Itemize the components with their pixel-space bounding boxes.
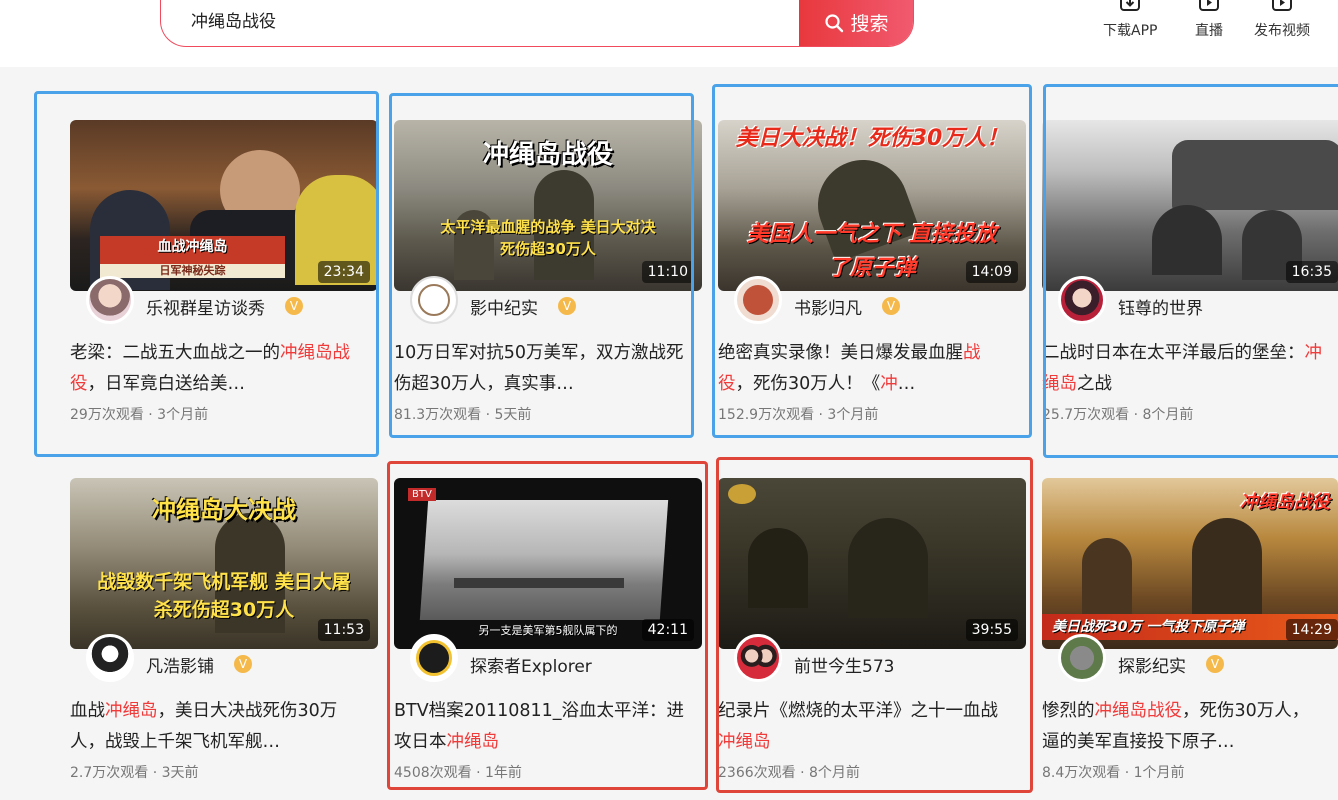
video-meta: 8.4万次观看 · 1个月前 [1042,765,1185,781]
download-icon [1120,0,1141,11]
search-input[interactable] [191,4,791,34]
annotation-box-red [716,457,1033,793]
avatar[interactable] [1058,634,1106,682]
avatar[interactable] [86,634,134,682]
video-duration: 11:53 [317,619,370,641]
title-text: 血战 [70,701,105,721]
title-highlight: 冲绳岛 [105,701,158,721]
search-button[interactable]: 搜索 [799,0,913,46]
annotation-box-red [387,461,708,790]
annotation-box-blue [712,84,1032,438]
verified-icon: V [234,655,252,673]
video-thumbnail[interactable]: 冲绳岛战役 美日战死30万 一气投下原子弹 14:29 [1042,478,1338,649]
video-meta: 2.7万次观看 · 3天前 [70,765,199,781]
video-title[interactable]: 血战冲绳岛，美日大决战死伤30万人，战毁上千架飞机军舰… [70,696,360,758]
live-icon [1199,0,1219,11]
download-app-label: 下载APP [1103,23,1158,39]
author-row[interactable]: 探影纪实 V [1058,634,1224,682]
download-app-button[interactable]: 下载APP [1103,0,1157,40]
thumbnail-subcaption: 美日战死30万 一气投下原子弹 [1052,619,1245,635]
author-row[interactable]: 凡浩影铺 V [86,634,252,682]
top-bar: 搜索 下载APP 直播 发布视频 [0,0,1338,67]
search-icon [825,13,844,32]
video-thumbnail[interactable]: 冲绳岛大决战 战毁数千架飞机军舰 美日大屠杀死伤超30万人 11:53 [70,478,378,649]
thumbnail-subcaption: 战毁数千架飞机军舰 美日大屠杀死伤超30万人 [97,571,351,621]
author-name[interactable]: 探影纪实 [1118,652,1186,677]
video-duration: 14:29 [1285,619,1338,641]
thumbnail-caption: 冲绳岛大决战 [152,496,296,524]
video-title[interactable]: 惨烈的冲绳岛战役，死伤30万人，逼的美军直接投下原子… [1042,696,1312,758]
live-button[interactable]: 直播 [1195,0,1223,40]
search-button-label: 搜索 [850,13,889,35]
annotation-box-blue [1043,84,1338,458]
title-text: 惨烈的 [1042,701,1095,721]
annotation-box-blue [389,93,694,438]
live-label: 直播 [1195,23,1223,39]
verified-icon: V [1206,655,1224,673]
upload-video-button[interactable]: 发布视频 [1254,0,1310,40]
title-highlight: 冲绳岛战役 [1094,701,1183,721]
thumbnail-caption: 冲绳岛战役 [1240,492,1330,513]
annotation-box-blue [34,91,379,457]
author-name[interactable]: 凡浩影铺 [146,652,214,677]
search-box: 搜索 [160,0,914,47]
upload-video-icon [1272,0,1292,11]
upload-video-label: 发布视频 [1254,23,1310,39]
